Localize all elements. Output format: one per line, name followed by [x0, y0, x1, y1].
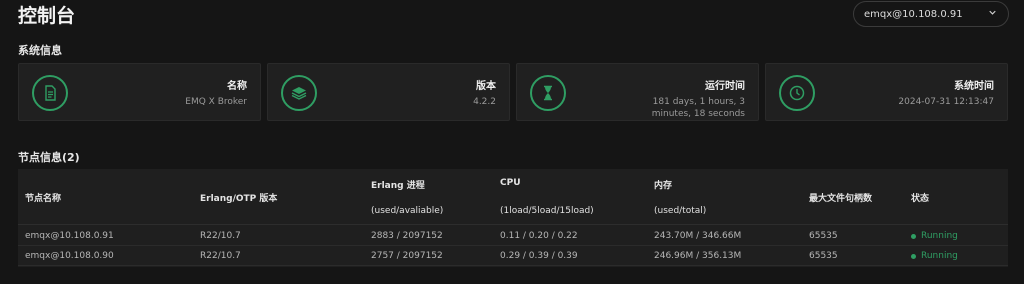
layers-icon	[281, 75, 317, 111]
col-header-cpu-sub: (1load/5load/15load)	[500, 206, 594, 216]
col-header-process: Erlang 进程	[371, 181, 425, 191]
cell-max-fd: 65535	[809, 231, 838, 241]
system-info-title: 系统信息	[18, 44, 62, 57]
card-label: 版本	[476, 81, 496, 92]
node-select-value: emqx@10.108.0.91	[864, 8, 963, 20]
table-header: 节点名称 Erlang/OTP 版本 Erlang 进程 (used/avali…	[18, 169, 1008, 225]
col-header-otp: Erlang/OTP 版本	[200, 194, 278, 204]
page-title: 控制台	[18, 5, 76, 27]
hourglass-icon	[530, 75, 566, 111]
card-value: EMQ X Broker	[185, 97, 247, 107]
node-info-title: 节点信息(2)	[18, 151, 80, 164]
cell-memory: 246.96M / 356.13M	[654, 251, 742, 261]
card-value: 4.2.2	[473, 97, 496, 107]
cell-otp: R22/10.7	[200, 251, 241, 261]
col-header-memory: 内存	[654, 181, 673, 191]
chevron-down-icon	[987, 7, 998, 21]
status-badge: Running	[911, 251, 958, 261]
cell-max-fd: 65535	[809, 251, 838, 261]
card-system-time: 系统时间 2024-07-31 12:13:47	[765, 63, 1008, 121]
card-name: 名称 EMQ X Broker	[18, 63, 261, 121]
col-header-max-fd: 最大文件句柄数	[809, 194, 873, 204]
card-value: 2024-07-31 12:13:47	[898, 97, 994, 107]
col-header-memory-sub: (used/total)	[654, 206, 707, 216]
card-label: 运行时间	[705, 81, 745, 92]
table-row: emqx@10.108.0.90 R22/10.7 2757 / 2097152…	[18, 246, 1008, 266]
status-dot-icon	[911, 253, 916, 259]
cell-memory: 243.70M / 346.66M	[654, 231, 742, 241]
node-table: 节点名称 Erlang/OTP 版本 Erlang 进程 (used/avali…	[18, 169, 1008, 267]
col-header-status: 状态	[911, 194, 930, 204]
card-value: 181 days, 1 hours, 3 minutes, 18 seconds	[651, 97, 745, 119]
status-text: Running	[921, 231, 958, 241]
cell-cpu: 0.29 / 0.39 / 0.39	[500, 251, 578, 261]
card-label: 名称	[227, 81, 247, 92]
cell-process: 2883 / 2097152	[371, 231, 443, 241]
status-text: Running	[921, 251, 958, 261]
card-uptime: 运行时间 181 days, 1 hours, 3 minutes, 18 se…	[516, 63, 759, 121]
col-header-name: 节点名称	[25, 194, 62, 204]
col-header-process-sub: (used/avaliable)	[371, 206, 444, 216]
node-select[interactable]: emqx@10.108.0.91	[853, 1, 1009, 27]
col-header-cpu: CPU	[500, 178, 521, 188]
clock-icon	[779, 75, 815, 111]
document-icon	[32, 75, 68, 111]
status-dot-icon	[911, 233, 916, 239]
cell-name: emqx@10.108.0.90	[25, 251, 114, 261]
card-version: 版本 4.2.2	[267, 63, 510, 121]
status-badge: Running	[911, 231, 958, 241]
table-row: emqx@10.108.0.91 R22/10.7 2883 / 2097152…	[18, 226, 1008, 246]
cell-name: emqx@10.108.0.91	[25, 231, 114, 241]
cell-otp: R22/10.7	[200, 231, 241, 241]
cell-process: 2757 / 2097152	[371, 251, 443, 261]
cell-cpu: 0.11 / 0.20 / 0.22	[500, 231, 578, 241]
card-label: 系统时间	[954, 81, 994, 92]
